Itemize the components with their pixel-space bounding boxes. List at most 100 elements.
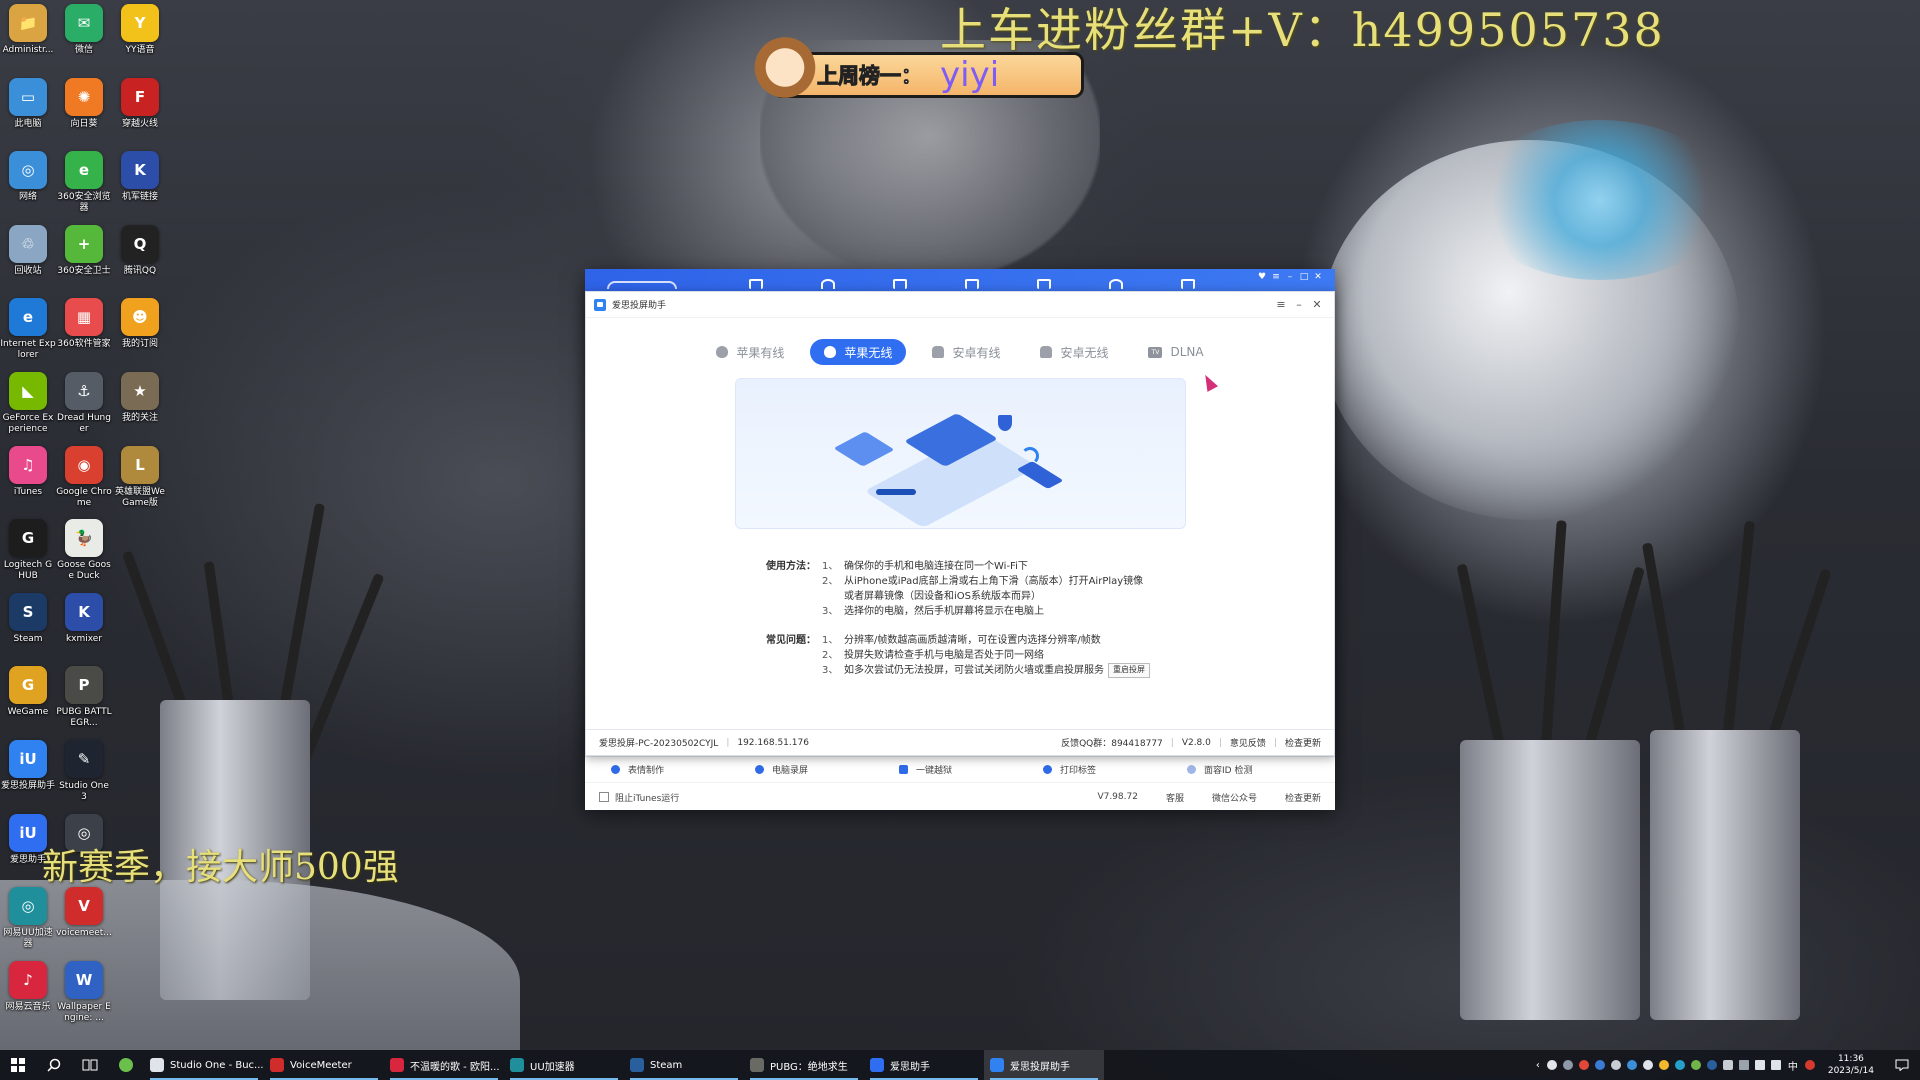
toolbar-wallpaper-icon[interactable]: [965, 279, 979, 289]
window-minimize-icon[interactable]: –: [1285, 272, 1295, 282]
taskbar-app[interactable]: 爱思助手: [864, 1050, 984, 1080]
tab-apple-wired[interactable]: 苹果有线: [702, 339, 798, 365]
desktop-icon[interactable]: 📁 Administr...: [0, 4, 56, 56]
tray-device-icon[interactable]: [1738, 1060, 1749, 1070]
tool-print-label[interactable]: 打印标签: [1043, 763, 1187, 776]
restart-mirror-button[interactable]: 重启投屏: [1108, 663, 1150, 678]
desktop-icon[interactable]: ✉ 微信: [56, 4, 112, 56]
desktop-icon[interactable]: ♲ 回收站: [0, 224, 56, 277]
screen-mirror-window[interactable]: 爱思投屏助手 ≡ – ✕ 苹果有线 苹果无线 安卓有线 安卓无线 TV DLNA …: [585, 291, 1335, 756]
desktop-icon[interactable]: Vvoicemeet...: [56, 887, 112, 939]
block-itunes-checkbox[interactable]: [599, 792, 609, 802]
tool-face-id-check[interactable]: 面容ID 检测: [1187, 763, 1331, 776]
toolbar-flash-icon[interactable]: [1109, 279, 1123, 289]
tray-steam-icon[interactable]: [1546, 1060, 1557, 1070]
desktop-icon[interactable]: ♫ iTunes: [0, 445, 56, 498]
taskbar-app[interactable]: Steam: [624, 1050, 744, 1080]
check-update-link[interactable]: 检查更新: [1285, 791, 1321, 804]
desktop-icon[interactable]: ◎ 网易UU加速器: [0, 887, 56, 950]
tab-android-wired[interactable]: 安卓有线: [918, 339, 1014, 365]
desktop-icon[interactable]: ▦ 360软件管家: [56, 298, 112, 350]
tray-netease-icon[interactable]: [1578, 1060, 1589, 1070]
desktop-icon[interactable]: ⚓ Dread Hunger: [56, 372, 112, 435]
wechat-official-link[interactable]: 微信公众号: [1212, 791, 1257, 804]
desktop-icon[interactable]: ♪ 网易云音乐: [0, 960, 56, 1013]
toolbar-ringtone-icon[interactable]: [893, 279, 907, 289]
toolbar-device-icon[interactable]: [749, 279, 763, 289]
desktop-icon[interactable]: iU 爱思投屏助手: [0, 740, 56, 792]
toolbar-toolbox-icon[interactable]: [1037, 279, 1051, 289]
tool-emoji-maker[interactable]: 表情制作: [611, 763, 755, 776]
desktop-icon[interactable]: F 穿越火线: [112, 77, 168, 130]
desktop-icon[interactable]: K 机军链接: [112, 151, 168, 203]
desktop-icon[interactable]: Y YY语音: [112, 4, 168, 56]
desktop-icon[interactable]: S Steam: [0, 592, 56, 645]
desktop-icon[interactable]: ✺ 向日葵: [56, 77, 112, 130]
desktop-icon[interactable]: e 360安全浏览器: [56, 151, 112, 214]
tray-yy-icon[interactable]: [1658, 1060, 1669, 1070]
desktop-icon[interactable]: ☻ 我的订阅: [112, 298, 168, 350]
tab-android-wireless[interactable]: 安卓无线: [1026, 339, 1122, 365]
taskbar-app[interactable]: 爱思投屏助手: [984, 1050, 1104, 1080]
tray-wegame-icon[interactable]: [1610, 1060, 1621, 1070]
tab-dlna[interactable]: TV DLNA: [1134, 339, 1217, 365]
task-view-icon[interactable]: [72, 1050, 108, 1080]
feedback-link[interactable]: 意见反馈: [1230, 736, 1266, 749]
taskbar-app[interactable]: VoiceMeeter: [264, 1050, 384, 1080]
window-menu-icon[interactable]: ≡: [1271, 272, 1281, 282]
notification-icon[interactable]: [1884, 1050, 1920, 1080]
taskbar-app[interactable]: 不温暖的歌 - 欧阳...: [384, 1050, 504, 1080]
desktop-icon[interactable]: W Wallpaper Engine: ...: [56, 960, 112, 1024]
desktop-icon[interactable]: ✎ Studio One 3: [56, 740, 112, 803]
desktop-icon[interactable]: G Logitech G HUB: [0, 519, 56, 582]
tray-uu-icon[interactable]: [1674, 1060, 1685, 1070]
desktop-icon[interactable]: 🦆 Goose Goose Duck: [56, 519, 112, 582]
tray-i4-icon[interactable]: [1594, 1060, 1605, 1070]
close-icon[interactable]: ✕: [1308, 298, 1326, 311]
search-icon[interactable]: [36, 1050, 72, 1080]
microphone-icon[interactable]: [1722, 1060, 1733, 1070]
desktop-icon[interactable]: P PUBG BATTLEGR...: [56, 666, 112, 729]
desktop-icon[interactable]: +360安全卫士: [56, 224, 112, 277]
window-skin-icon[interactable]: ♥: [1257, 272, 1267, 282]
desktop-icon[interactable]: e Internet Explorer: [0, 298, 56, 361]
tray-steam2-icon[interactable]: [1706, 1060, 1717, 1070]
tab-apple-wireless[interactable]: 苹果无线: [810, 339, 907, 365]
minimize-icon[interactable]: –: [1290, 298, 1308, 311]
desktop-icon[interactable]: ◣ GeForce Experience: [0, 372, 56, 435]
tray-app-icon[interactable]: [1562, 1060, 1573, 1070]
clock[interactable]: 11:36 2023/5/14: [1828, 1053, 1874, 1077]
start-button[interactable]: [0, 1050, 36, 1080]
desktop-icon[interactable]: ◎ 网络: [0, 151, 56, 203]
desktop-icon[interactable]: L 英雄联盟WeGame版: [112, 445, 168, 509]
tray-studio-icon[interactable]: [1642, 1060, 1653, 1070]
tray-nvidia-icon[interactable]: [1690, 1060, 1701, 1070]
desktop-icon[interactable]: Q 腾讯QQ: [112, 224, 168, 277]
desktop-icon[interactable]: Kkxmixer: [56, 592, 112, 645]
tray-security-icon[interactable]: [1804, 1060, 1815, 1070]
taskbar-app[interactable]: Studio One - Buc...: [144, 1050, 264, 1080]
toolbar-apps-icon[interactable]: [821, 279, 835, 289]
check-update-link[interactable]: 检查更新: [1285, 736, 1321, 749]
tray-expand-icon[interactable]: ‹: [1536, 1060, 1540, 1071]
desktop-icon[interactable]: G WeGame: [0, 666, 56, 718]
taskbar-app[interactable]: UU加速器: [504, 1050, 624, 1080]
desktop-icon[interactable]: ◉ Google Chrome: [56, 445, 112, 509]
tool-jailbreak[interactable]: 一键越狱: [899, 763, 1043, 776]
ime-indicator[interactable]: 中: [1788, 1058, 1798, 1073]
customer-service-link[interactable]: 客服: [1166, 791, 1184, 804]
i4-assistant-toolbar: ♥ ≡ – □ ✕: [585, 269, 1335, 291]
desktop-icon[interactable]: ★ 我的关注: [112, 372, 168, 424]
window-maximize-icon[interactable]: □: [1299, 272, 1309, 282]
volume-icon[interactable]: [1770, 1060, 1781, 1070]
taskbar-app[interactable]: PUBG：绝地求生: [744, 1050, 864, 1080]
tray-qq-icon[interactable]: [1626, 1060, 1637, 1070]
network-icon[interactable]: [1754, 1060, 1765, 1070]
toolbar-download-icon[interactable]: [1181, 279, 1195, 289]
desktop-icon[interactable]: ▭ 此电脑: [0, 77, 56, 130]
tool-screen-record[interactable]: 电脑录屏: [755, 763, 899, 776]
window-close-icon[interactable]: ✕: [1313, 272, 1323, 282]
menu-icon[interactable]: ≡: [1272, 298, 1290, 311]
window-titlebar[interactable]: 爱思投屏助手 ≡ – ✕: [586, 292, 1334, 318]
pinned-app-icon[interactable]: [108, 1050, 144, 1080]
